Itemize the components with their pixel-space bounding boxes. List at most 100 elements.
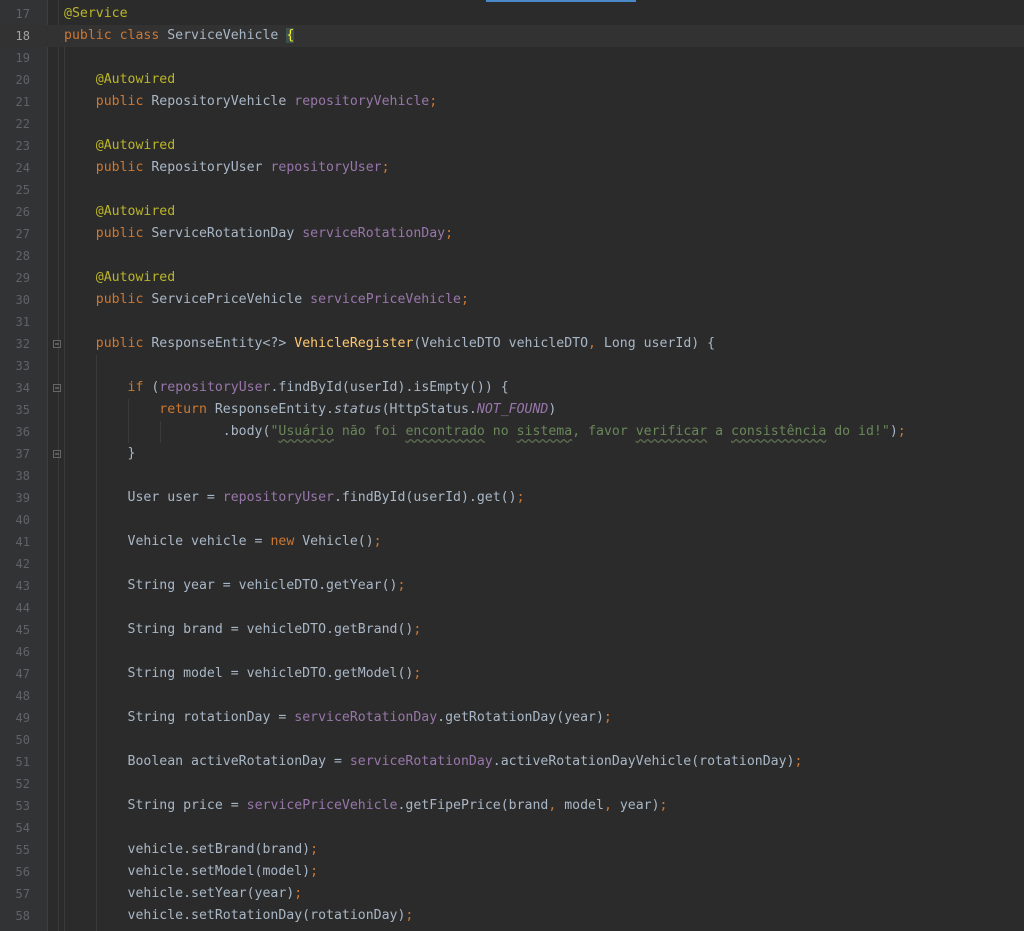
code-token: { xyxy=(286,28,295,43)
code-line[interactable]: 34 if (repositoryUser.findById(userId).i… xyxy=(0,377,1024,399)
fold-marker-icon[interactable] xyxy=(53,450,61,458)
code-token: ; xyxy=(897,424,906,439)
code-token: vehicle.setYear(year) xyxy=(64,886,295,901)
code-line[interactable]: 50 xyxy=(0,729,1024,751)
code-token: ; xyxy=(445,226,454,241)
code-token: serviceRotationDay xyxy=(349,754,493,769)
code-token: String brand = vehicleDTO.getBrand() xyxy=(64,622,414,637)
code-token: consistência xyxy=(731,424,827,439)
code-text: String brand = vehicleDTO.getBrand(); xyxy=(64,619,422,641)
line-number: 29 xyxy=(15,271,30,285)
fold-marker-icon[interactable] xyxy=(53,340,61,348)
code-text: vehicle.setRotationDay(rotationDay); xyxy=(64,905,414,927)
code-line[interactable]: 20 @Autowired xyxy=(0,69,1024,91)
code-line[interactable]: 19 xyxy=(0,47,1024,69)
code-line[interactable]: 35 return ResponseEntity.status(HttpStat… xyxy=(0,399,1024,421)
code-token: year) xyxy=(619,798,660,813)
code-token: .activeRotationDayVehicle(rotationDay) xyxy=(492,754,795,769)
code-line[interactable]: 45 String brand = vehicleDTO.getBrand(); xyxy=(0,619,1024,641)
code-line[interactable]: 33 xyxy=(0,355,1024,377)
code-line[interactable]: 17 @Service xyxy=(0,3,1024,25)
line-number: 45 xyxy=(15,623,30,637)
line-number: 39 xyxy=(15,491,30,505)
code-text: @Service xyxy=(64,3,128,25)
code-text: String price = servicePriceVehicle.getFi… xyxy=(64,795,668,817)
code-line[interactable]: 57 vehicle.setYear(year); xyxy=(0,883,1024,905)
code-token: vehicle.setBrand(brand) xyxy=(64,842,311,857)
code-line[interactable]: 58 vehicle.setRotationDay(rotationDay); xyxy=(0,905,1024,927)
code-editor[interactable]: 17 @Service 18 public class ServiceVehicle … xyxy=(0,3,1024,927)
code-line[interactable]: 38 xyxy=(0,465,1024,487)
code-text: if (repositoryUser.findById(userId).isEm… xyxy=(64,377,509,399)
code-line[interactable]: 36 .body("Usuário não foi encontrado no … xyxy=(0,421,1024,443)
line-number: 47 xyxy=(15,667,30,681)
code-line[interactable]: 43 String year = vehicleDTO.getYear(); xyxy=(0,575,1024,597)
code-token: ; xyxy=(413,666,422,681)
code-line[interactable]: 49 String rotationDay = serviceRotationD… xyxy=(0,707,1024,729)
code-text: String model = vehicleDTO.getModel(); xyxy=(64,663,422,685)
code-line[interactable]: 52 xyxy=(0,773,1024,795)
code-line[interactable]: 25 xyxy=(0,179,1024,201)
code-token: public class xyxy=(64,28,168,43)
code-line[interactable]: 26 @Autowired xyxy=(0,201,1024,223)
code-line[interactable]: 22 xyxy=(0,113,1024,135)
code-line[interactable]: 37 } xyxy=(0,443,1024,465)
code-token: do id!" xyxy=(826,424,890,439)
code-line[interactable]: 23 @Autowired xyxy=(0,135,1024,157)
code-line[interactable]: 31 xyxy=(0,311,1024,333)
code-text: public ServiceRotationDay serviceRotatio… xyxy=(64,223,453,245)
code-line[interactable]: 46 xyxy=(0,641,1024,663)
code-line[interactable]: 21 public RepositoryVehicle repositoryVe… xyxy=(0,91,1024,113)
line-number: 50 xyxy=(15,733,30,747)
code-line[interactable]: 24 public RepositoryUser repositoryUser; xyxy=(0,157,1024,179)
line-number: 30 xyxy=(15,293,30,307)
code-token: String model = vehicleDTO.getModel() xyxy=(64,666,414,681)
code-token: .body( xyxy=(64,424,271,439)
code-line[interactable]: 42 xyxy=(0,553,1024,575)
code-token: ; xyxy=(405,908,414,923)
code-line[interactable]: 48 xyxy=(0,685,1024,707)
code-line[interactable]: 29 @Autowired xyxy=(0,267,1024,289)
code-line[interactable]: 32 public ResponseEntity<?> VehicleRegis… xyxy=(0,333,1024,355)
code-line[interactable]: 56 vehicle.setModel(model); xyxy=(0,861,1024,883)
line-number: 32 xyxy=(15,337,30,351)
code-line[interactable]: 40 xyxy=(0,509,1024,531)
line-number: 25 xyxy=(15,183,30,197)
code-line[interactable]: 54 xyxy=(0,817,1024,839)
code-text: public RepositoryVehicle repositoryVehic… xyxy=(64,91,437,113)
code-line[interactable]: 27 public ServiceRotationDay serviceRota… xyxy=(0,223,1024,245)
code-token: ; xyxy=(659,798,668,813)
code-token: .findById(userId).get() xyxy=(333,490,517,505)
code-line[interactable]: 47 String model = vehicleDTO.getModel(); xyxy=(0,663,1024,685)
code-token: ; xyxy=(397,578,406,593)
code-token: Usuário xyxy=(278,424,334,439)
code-line[interactable]: 41 Vehicle vehicle = new Vehicle(); xyxy=(0,531,1024,553)
code-text: String rotationDay = serviceRotationDay.… xyxy=(64,707,612,729)
line-number: 55 xyxy=(15,843,30,857)
fold-marker-icon[interactable] xyxy=(53,384,61,392)
code-line[interactable]: 55 vehicle.setBrand(brand); xyxy=(0,839,1024,861)
code-line[interactable]: 28 xyxy=(0,245,1024,267)
line-number: 54 xyxy=(15,821,30,835)
code-line[interactable]: 51 Boolean activeRotationDay = serviceRo… xyxy=(0,751,1024,773)
code-token: status xyxy=(333,402,382,417)
code-token: .getRotationDay(year) xyxy=(437,710,604,725)
code-token: (VehicleDTO vehicleDTO xyxy=(413,336,589,351)
line-number: 31 xyxy=(15,315,30,329)
code-token: ; xyxy=(461,292,469,307)
code-line[interactable]: 44 xyxy=(0,597,1024,619)
code-text: public ResponseEntity<?> VehicleRegister… xyxy=(64,333,715,355)
code-token: .findById(userId).isEmpty()) { xyxy=(270,380,509,395)
line-number: 53 xyxy=(15,799,30,813)
code-token: encontrado xyxy=(405,424,485,439)
code-line[interactable]: 30 public ServicePriceVehicle servicePri… xyxy=(0,289,1024,311)
code-token: Long userId) { xyxy=(603,336,716,351)
code-line[interactable]: 18 public class ServiceVehicle { xyxy=(0,25,1024,47)
code-token: ResponseEntity. xyxy=(214,402,334,417)
code-line[interactable]: 39 User user = repositoryUser.findById(u… xyxy=(0,487,1024,509)
code-line[interactable]: 53 String price = servicePriceVehicle.ge… xyxy=(0,795,1024,817)
